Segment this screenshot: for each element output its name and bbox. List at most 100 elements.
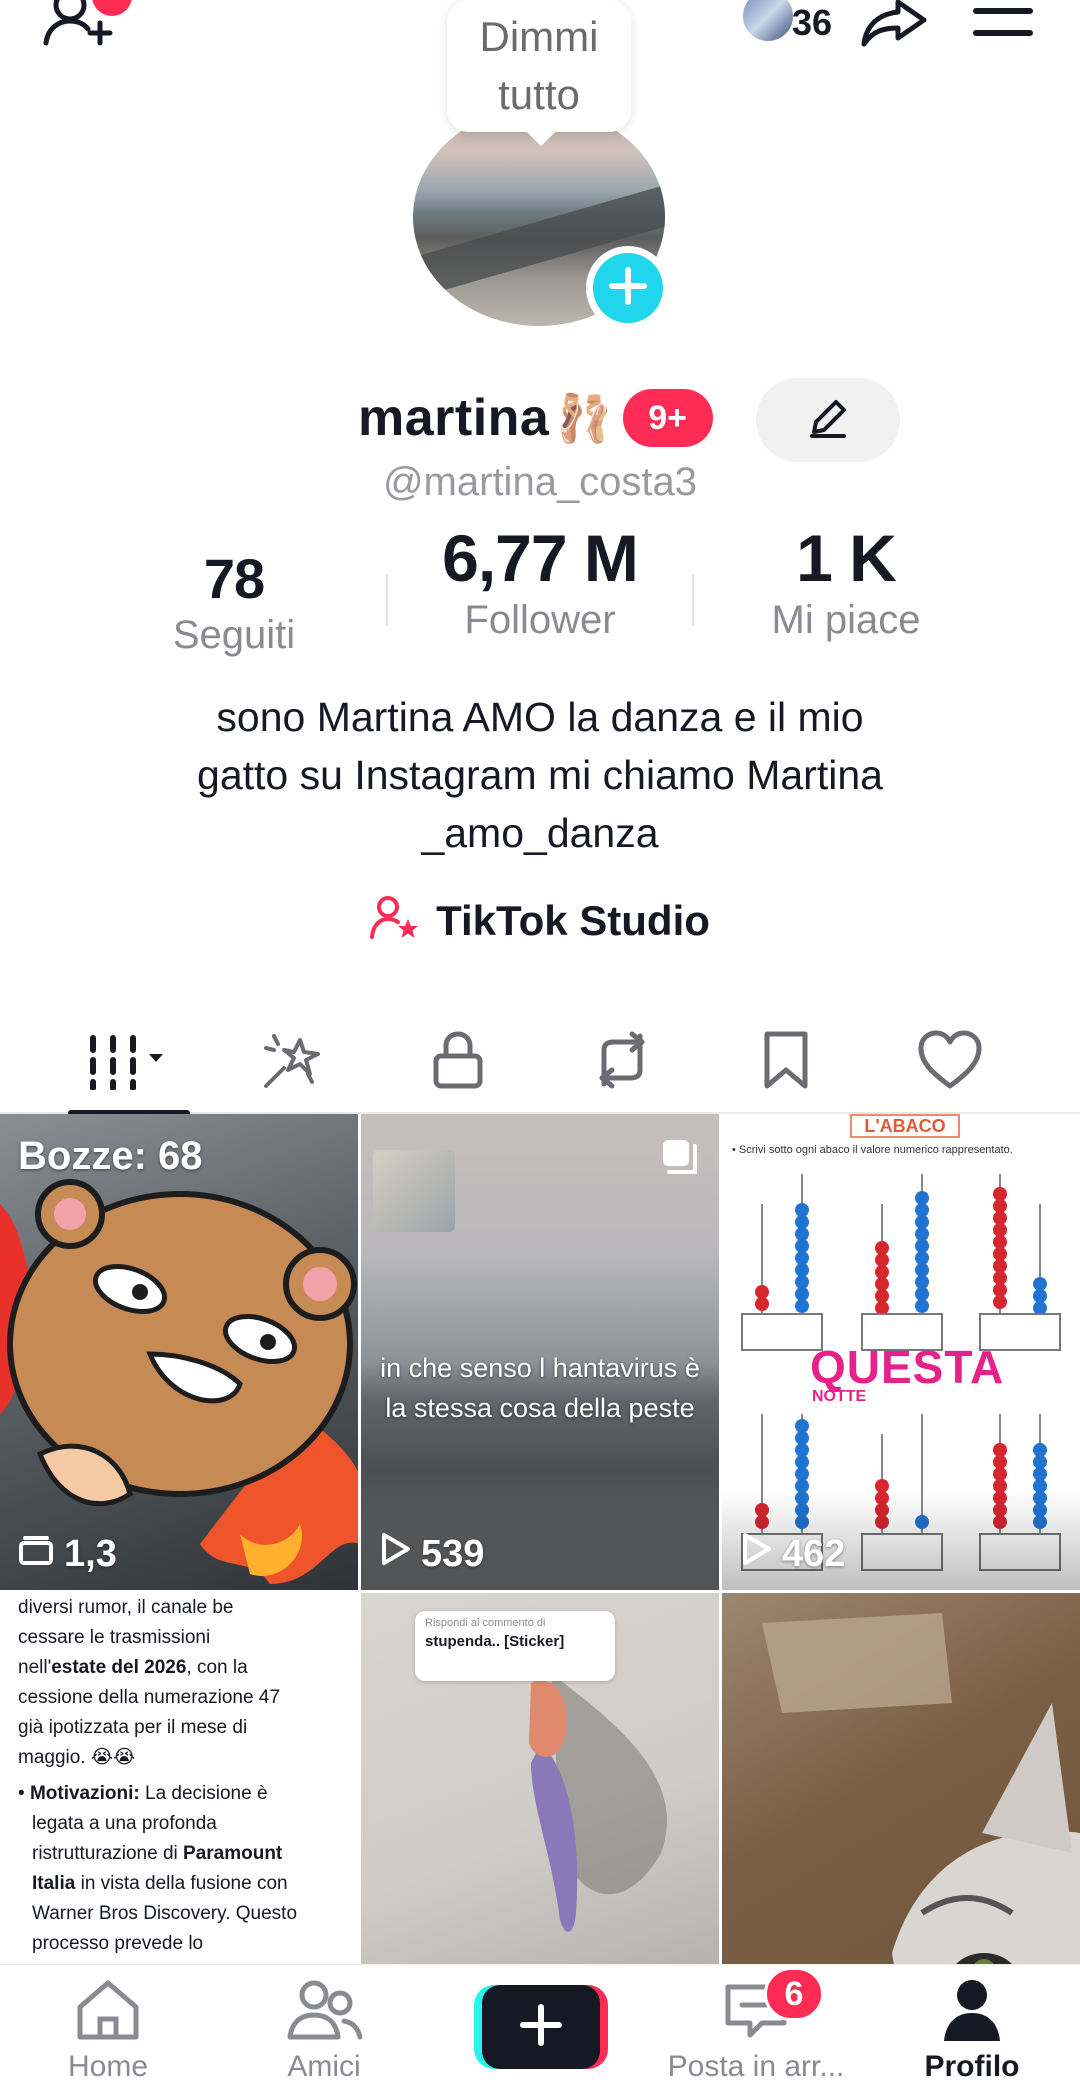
name-row: martina 🩰 9+ [358,388,713,448]
tiktok-studio-label: TikTok Studio [436,896,710,944]
stat-likes[interactable]: 1 K Mi piace [726,520,966,643]
document-text: diversi rumor, il canale be cessare le t… [18,1593,338,1959]
inbox-badge: 6 [764,1967,824,2021]
share-icon [858,0,930,53]
doc-line: in vista della fusione con [75,1873,288,1894]
plus-icon [608,266,648,311]
plus-icon [519,2003,563,2052]
profile-icon [940,1980,1004,2047]
multi-image-icon [659,1136,699,1181]
likes-label: Mi piace [771,598,921,642]
nav-friends-label: Amici [287,2050,361,2083]
menu-button[interactable] [970,0,1036,50]
likes-count: 1 K [796,521,897,595]
bio-line: _amo_danza [421,810,659,856]
video-tile[interactable]: L'ABACO • Scrivi sotto ogni abaco il val… [722,1114,1080,1590]
nav-friends[interactable]: Amici [234,1977,414,2084]
note-text-line2: tutto [498,71,580,118]
friend-count: 36 [792,2,833,43]
home-icon [72,1980,144,2047]
heart-icon [917,1030,983,1095]
nav-profile-label: Profilo [924,2050,1020,2083]
draft-views: 1,3 [18,1533,117,1576]
doc-line: maggio. 😭😭 [18,1747,136,1768]
comment-reply-card: Rispondi al commento di stupenda.. [Stic… [415,1611,615,1681]
favorites-tab[interactable] [726,1010,846,1114]
repost-icon [590,1030,654,1095]
view-count: 462 [782,1532,846,1575]
pencil-icon [806,396,850,445]
view-count: 539 [421,1532,485,1575]
share-button[interactable] [856,0,932,50]
doc-line: La decisione è [139,1783,268,1804]
inbox-icon [720,1984,792,2047]
followers-label: Follower [464,598,616,642]
followers-count: 6,77 M [442,521,639,595]
video-views: 462 [740,1532,845,1576]
nav-home[interactable]: Home [18,1977,198,2084]
doc-line: ristrutturazione di [32,1843,184,1864]
drafts-label: Bozze: 68 [18,1134,203,1178]
doc-line: , con la [186,1657,248,1678]
doc-line-bold: Paramount [183,1843,283,1864]
add-friend-button[interactable] [40,0,132,50]
video-tile[interactable]: in che senso l hantavirus è la stessa co… [361,1114,719,1590]
video-caption: in che senso l hantavirus è la stessa co… [380,1353,700,1423]
draft-count: 1,3 [64,1533,117,1575]
reply-to-label: Rispondi al commento di [425,1617,546,1629]
stat-divider [386,575,388,625]
reposts-tab[interactable] [562,1010,682,1114]
doc-line: cessare le trasmissioni [18,1627,211,1648]
doc-line-bold: Italia [32,1873,76,1894]
overlay-text: QUESTA [810,1341,1005,1393]
liked-tab[interactable] [890,1010,1010,1114]
content-tabs [0,1010,1080,1116]
doc-line: processo prevede lo [32,1933,204,1954]
note-text-line1: Dimmi [479,13,599,60]
drafts-stack-icon [18,1533,54,1576]
create-button[interactable] [474,1985,608,2069]
nav-inbox-label: Posta in arr... [667,2050,845,2083]
friends-avatar[interactable] [740,0,796,44]
tiktok-studio-link[interactable]: TikTok Studio [0,895,1080,946]
play-icon [740,1532,772,1576]
reply-comment-text: stupenda.. [Sticker] [425,1633,565,1650]
grid-icon [83,1030,173,1095]
stat-divider [692,575,694,625]
reposts-spark-tab[interactable] [232,1010,352,1114]
doc-line: cessione della numerazione 47 [18,1687,280,1708]
menu-icon [972,3,1034,48]
following-label: Seguiti [172,613,296,657]
stat-followers[interactable]: 6,77 M Follower [420,520,660,643]
lock-icon [430,1030,486,1095]
creator-star-icon [370,895,422,946]
doc-line: Warner Bros Discovery. Questo [32,1903,298,1924]
bio-line: gatto su Instagram mi chiamo Martina [197,752,883,798]
videos-tab[interactable] [68,1010,190,1116]
doc-line: legata a una profonda [32,1813,217,1834]
notification-badge[interactable]: 9+ [622,389,713,447]
add-story-button[interactable] [586,246,670,330]
following-count: 78 [203,547,265,610]
doc-line: già ipotizzata per il mese di [18,1717,248,1738]
doc-line: diversi rumor, il canale [18,1597,208,1618]
doc-line-bold: Motivazioni: [29,1783,140,1804]
bookmark-icon [761,1030,811,1095]
video-views: 539 [379,1532,484,1576]
display-name: martina [358,389,550,447]
video-thumbnail-avatar [373,1150,455,1232]
nav-profile[interactable]: Profilo [882,1977,1062,2084]
bio-line: sono Martina AMO la danza e il mio [216,694,864,740]
play-icon [379,1532,411,1576]
ballet-shoes-emoji: 🩰 [555,391,613,444]
private-tab[interactable] [398,1010,518,1114]
sparkle-icon [260,1028,324,1097]
doc-line: nell' [18,1657,52,1678]
overlay-text-small: NOTTE [812,1388,867,1405]
drafts-tile[interactable]: Bozze: 68 1,3 [0,1114,358,1590]
edit-profile-button[interactable] [756,378,900,462]
bio: sono Martina AMO la danza e il mio gatto… [100,688,980,862]
note-bubble[interactable]: Dimmi tutto [447,0,631,132]
stat-following[interactable]: 78 Seguiti [114,520,354,658]
username-handle: @martina_costa3 [382,460,698,504]
